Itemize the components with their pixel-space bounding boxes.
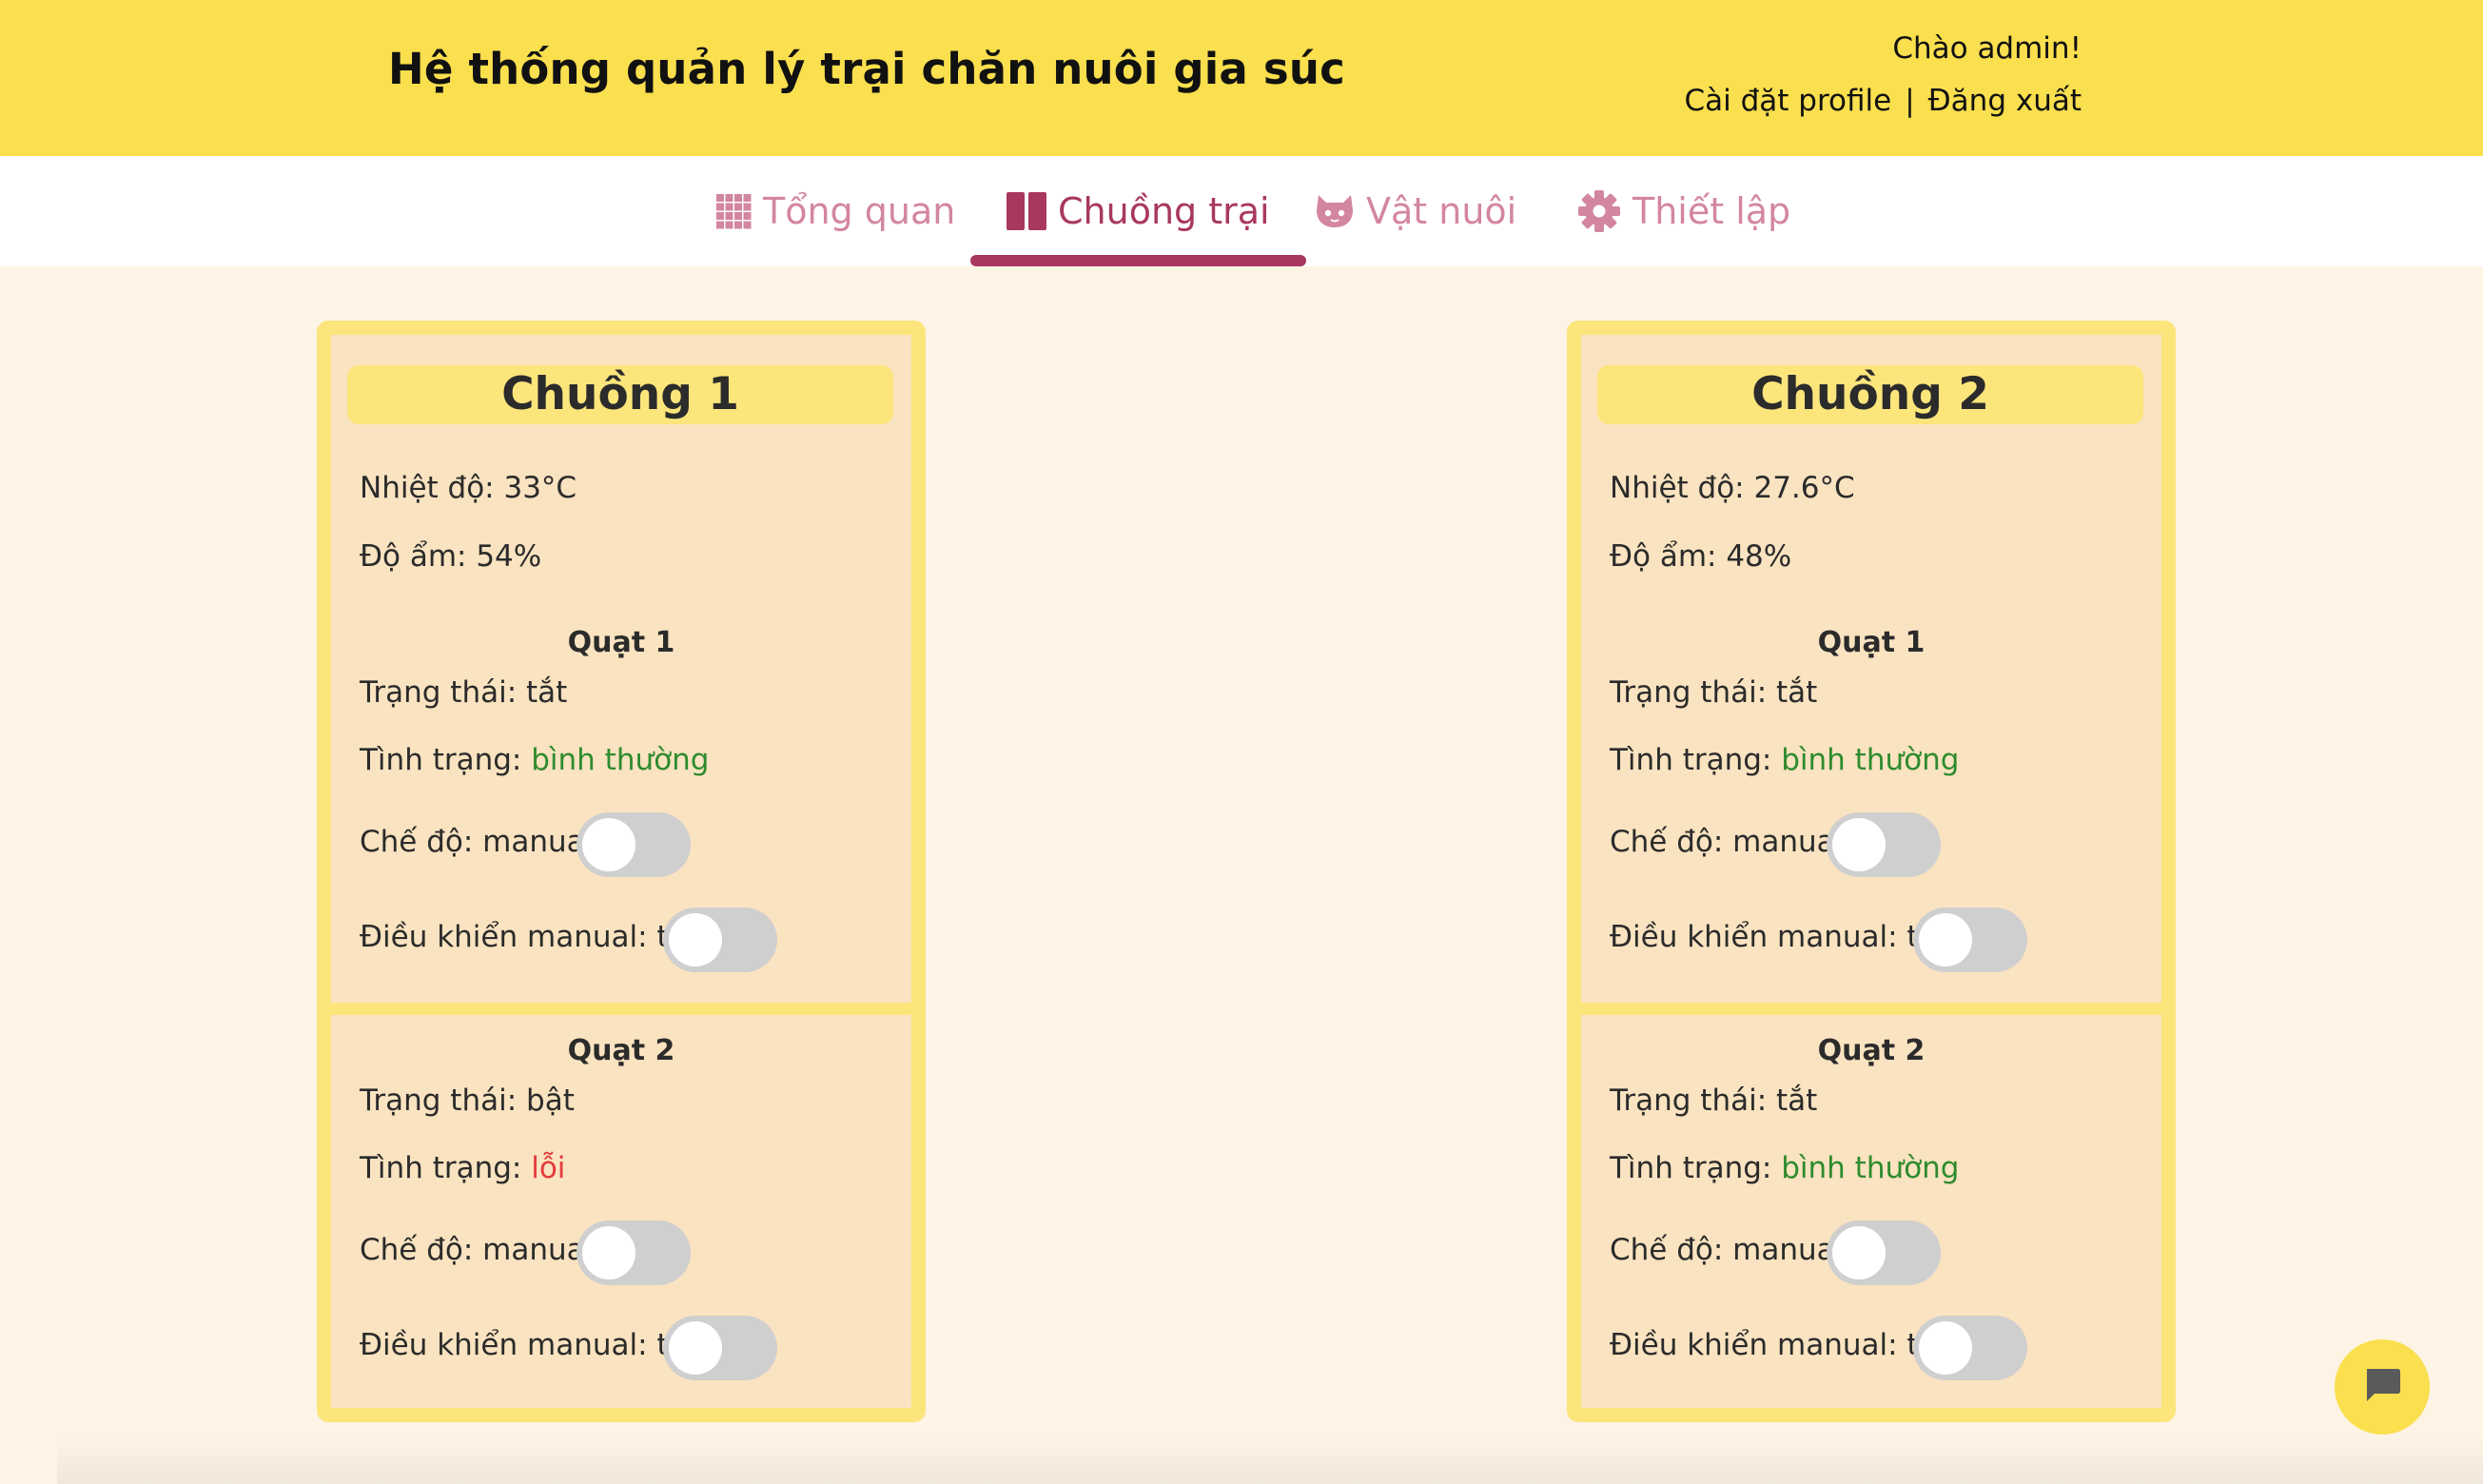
barn-title: Chuồng 1 [347, 365, 893, 424]
user-links: Cài đặt profile | Đăng xuất [1684, 84, 2082, 118]
tab-settings[interactable]: Thiết lập [1577, 156, 1790, 266]
fan-mode-toggle[interactable] [1827, 812, 1941, 877]
greeting-text: Chào admin! [1892, 31, 2082, 66]
temperature-text: Nhiệt độ: 33°C [360, 471, 577, 505]
tab-barns-label: Chuồng trại [1058, 190, 1270, 232]
fan-panel: Quạt 1 Trạng thái: tắt Tình trạng: bình … [331, 607, 911, 1003]
fan-condition: Tình trạng: bình thường [1610, 743, 1960, 777]
fan-manual-label: Điều khiển manual: tắt [360, 1328, 698, 1362]
toggle-knob [669, 1321, 722, 1375]
grid-icon [715, 193, 752, 229]
toggle-knob [582, 818, 635, 871]
toggle-knob [1919, 913, 1972, 967]
profile-settings-link[interactable]: Cài đặt profile [1684, 84, 1891, 118]
fan-condition: Tình trạng: bình thường [1610, 1151, 1960, 1185]
fan-panel: Quạt 2 Trạng thái: bật Tình trạng: lỗi C… [331, 1015, 911, 1408]
humidity-text: Độ ẩm: 48% [1610, 539, 1792, 574]
humidity-text: Độ ẩm: 54% [360, 539, 542, 574]
book-icon [1007, 192, 1046, 230]
barn-card-2: Chuồng 2 Nhiệt độ: 27.6°C Độ ẩm: 48% Quạ… [1567, 321, 2176, 1422]
active-tab-indicator [970, 255, 1306, 266]
fan-panel: Quạt 2 Trạng thái: tắt Tình trạng: bình … [1581, 1015, 2161, 1408]
fan-mode-label: Chế độ: manual [1610, 1233, 1844, 1267]
tab-livestock[interactable]: Vật nuôi [1315, 156, 1516, 266]
condition-status: bình thường [1781, 1151, 1960, 1185]
toggle-knob [1832, 818, 1886, 871]
logout-link[interactable]: Đăng xuất [1928, 84, 2082, 118]
chat-bubble-icon [2363, 1367, 2401, 1407]
top-header: Hệ thống quản lý trại chăn nuôi gia súc … [0, 0, 2483, 156]
gear-icon [1577, 189, 1621, 233]
fan-state: Trạng thái: tắt [360, 675, 568, 710]
fan-mode-toggle[interactable] [1827, 1220, 1941, 1285]
fan-mode-label: Chế độ: manual [360, 825, 594, 859]
toggle-knob [1832, 1226, 1886, 1279]
fan-title: Quạt 2 [1817, 1034, 1926, 1067]
fan-manual-toggle[interactable] [1913, 1316, 2027, 1380]
fan-manual-toggle[interactable] [663, 1316, 777, 1380]
fan-condition: Tình trạng: bình thường [360, 743, 710, 777]
tab-overview[interactable]: Tổng quan [715, 156, 955, 266]
fan-mode-toggle[interactable] [577, 1220, 691, 1285]
fan-manual-label: Điều khiển manual: tắt [360, 920, 698, 954]
condition-status: lỗi [531, 1151, 566, 1185]
tab-livestock-label: Vật nuôi [1366, 190, 1517, 232]
app-title: Hệ thống quản lý trại chăn nuôi gia súc [388, 44, 1345, 94]
fan-title: Quạt 2 [567, 1034, 675, 1067]
fan-condition: Tình trạng: lỗi [360, 1151, 566, 1185]
toggle-knob [1919, 1321, 1972, 1375]
barn-title: Chuồng 2 [1597, 365, 2143, 424]
fan-state: Trạng thái: bật [360, 1084, 575, 1118]
fan-manual-label: Điều khiển manual: tắt [1610, 920, 1948, 954]
fan-state: Trạng thái: tắt [1610, 1084, 1818, 1118]
tab-settings-label: Thiết lập [1633, 190, 1791, 232]
fan-manual-label: Điều khiển manual: tắt [1610, 1328, 1948, 1362]
fan-mode-toggle[interactable] [577, 812, 691, 877]
fan-panel: Quạt 1 Trạng thái: tắt Tình trạng: bình … [1581, 607, 2161, 1003]
fan-manual-toggle[interactable] [1913, 908, 2027, 972]
condition-status: bình thường [531, 743, 710, 777]
toggle-knob [582, 1226, 635, 1279]
bottom-shadow [57, 1436, 2483, 1484]
fan-mode-label: Chế độ: manual [1610, 825, 1844, 859]
chat-button[interactable] [2335, 1339, 2430, 1435]
tab-barns[interactable]: Chuồng trại [970, 156, 1306, 266]
tab-overview-label: Tổng quan [763, 190, 956, 232]
barn-card-1: Chuồng 1 Nhiệt độ: 33°C Độ ẩm: 54% Quạt … [317, 321, 926, 1422]
toggle-knob [669, 913, 722, 967]
link-separator: | [1905, 84, 1915, 118]
temperature-text: Nhiệt độ: 27.6°C [1610, 471, 1855, 505]
fan-mode-label: Chế độ: manual [360, 1233, 594, 1267]
fan-title: Quạt 1 [1817, 626, 1926, 659]
cat-icon [1315, 193, 1355, 229]
condition-status: bình thường [1781, 743, 1960, 777]
fan-manual-toggle[interactable] [663, 908, 777, 972]
fan-state: Trạng thái: tắt [1610, 675, 1818, 710]
fan-title: Quạt 1 [567, 626, 675, 659]
main-tabbar: Tổng quan Chuồng trại Vật nuôi Thiết lập [0, 156, 2483, 266]
